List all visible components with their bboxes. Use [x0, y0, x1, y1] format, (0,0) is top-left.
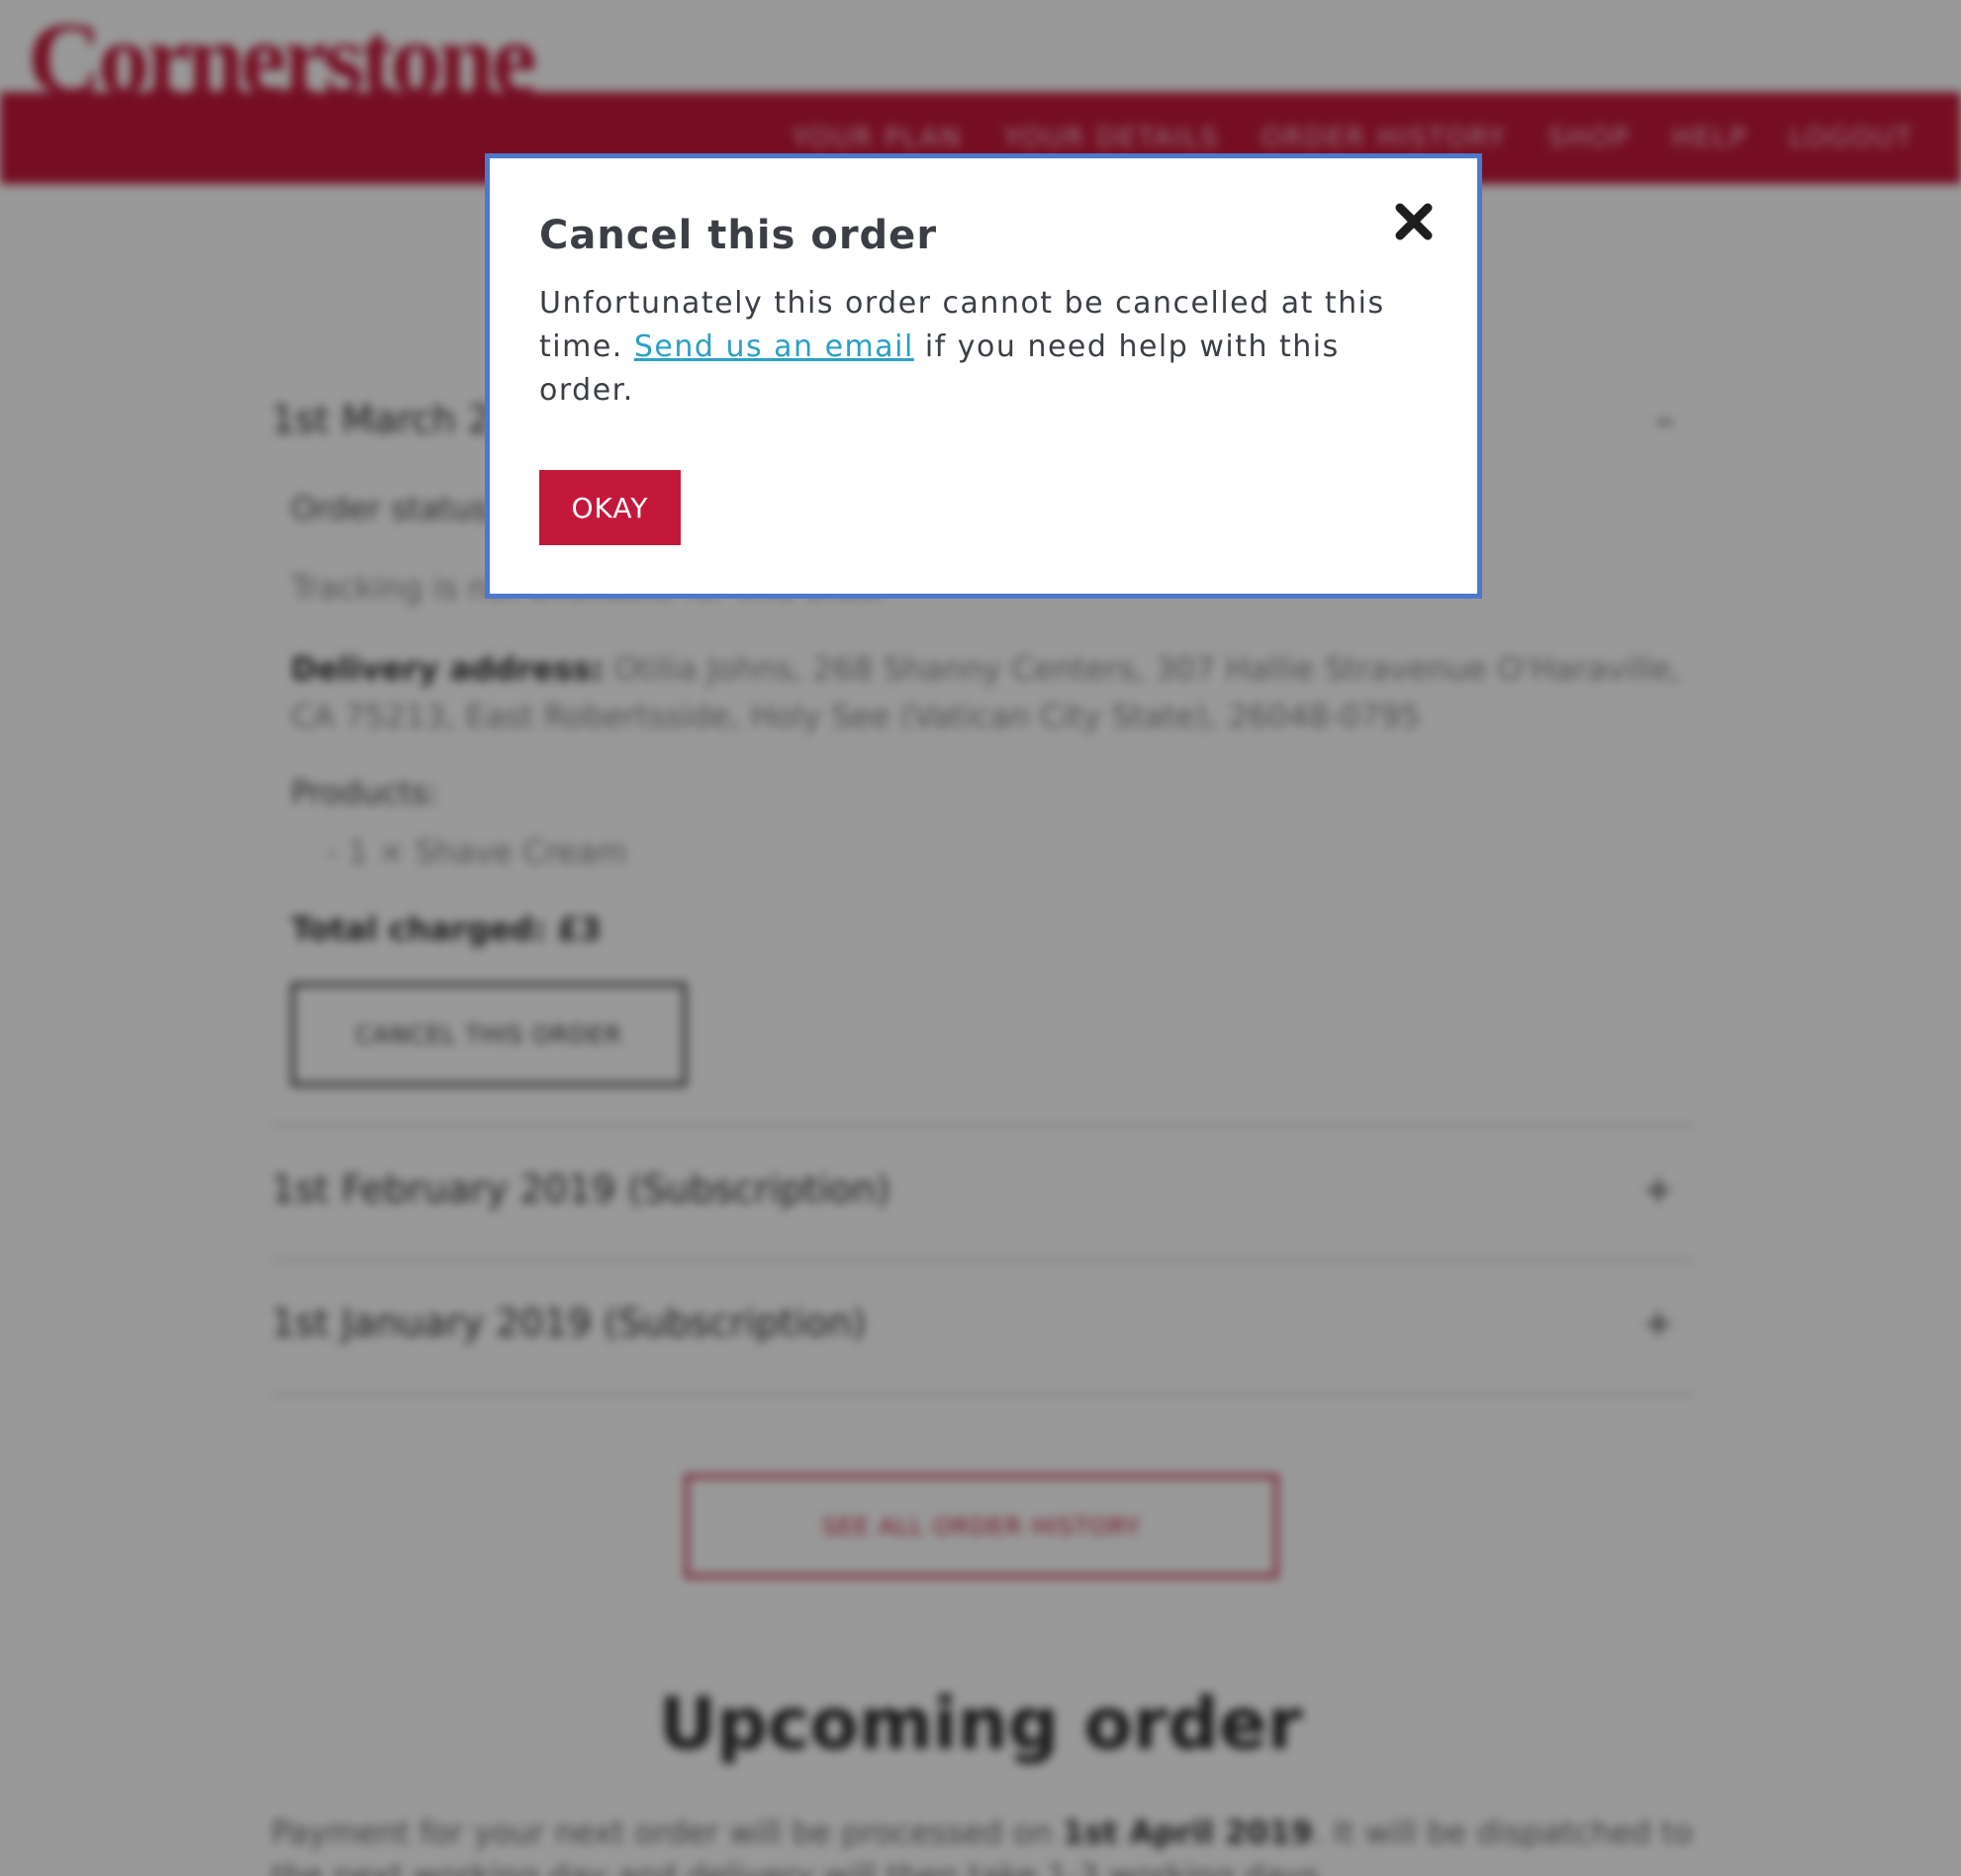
- dialog-message: Unfortunately this order cannot be cance…: [539, 282, 1430, 413]
- okay-button[interactable]: OKAY: [539, 470, 681, 545]
- send-email-link[interactable]: Send us an email: [634, 329, 914, 364]
- cancel-order-dialog: Cancel this order Unfortunately this ord…: [485, 153, 1482, 599]
- dialog-title: Cancel this order: [539, 213, 938, 258]
- close-icon[interactable]: [1392, 200, 1436, 243]
